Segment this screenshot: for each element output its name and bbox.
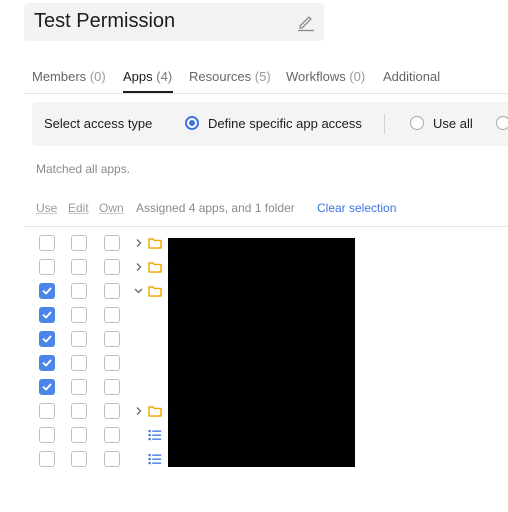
radio-define-specific[interactable] — [185, 116, 199, 130]
clear-selection-link[interactable]: Clear selection — [317, 201, 396, 215]
tab-resources[interactable]: Resources (5) — [189, 69, 271, 84]
column-header-edit: Edit — [68, 201, 89, 215]
tab-workflows[interactable]: Workflows (0) — [286, 69, 365, 84]
folder-icon — [148, 284, 162, 298]
edit-checkbox[interactable] — [71, 451, 87, 467]
own-checkbox[interactable] — [104, 259, 120, 275]
edit-checkbox[interactable] — [71, 379, 87, 395]
edit-checkbox[interactable] — [71, 235, 87, 251]
edit-checkbox[interactable] — [71, 283, 87, 299]
list-divider — [24, 226, 508, 227]
use-checkbox[interactable] — [39, 427, 55, 443]
tab-label: Workflows — [286, 69, 346, 84]
use-checkbox[interactable] — [39, 259, 55, 275]
use-checkbox[interactable] — [39, 235, 55, 251]
edit-checkbox[interactable] — [71, 307, 87, 323]
divider — [384, 114, 385, 134]
folder-icon — [148, 236, 162, 250]
own-checkbox[interactable] — [104, 403, 120, 419]
use-checkbox[interactable] — [39, 403, 55, 419]
title-box: Test Permission — [24, 3, 324, 41]
own-checkbox[interactable] — [104, 379, 120, 395]
tab-label: Apps — [123, 69, 153, 84]
tab-label: Resources — [189, 69, 252, 84]
tab-members[interactable]: Members (0) — [32, 69, 106, 84]
chevron-right-icon[interactable] — [134, 236, 144, 250]
folder-icon — [148, 260, 162, 274]
radio-partial[interactable] — [496, 116, 508, 130]
column-header-own: Own — [99, 201, 124, 215]
radio-use-all[interactable] — [410, 116, 424, 130]
assigned-summary: Assigned 4 apps, and 1 folder — [136, 201, 295, 215]
radio-label-define-specific[interactable]: Define specific app access — [208, 116, 362, 131]
redacted-region — [168, 238, 355, 467]
column-header-use: Use — [36, 201, 58, 215]
own-checkbox[interactable] — [104, 283, 120, 299]
tabs-divider — [24, 93, 508, 94]
chevron-right-icon[interactable] — [134, 260, 144, 274]
tab-count: (0) — [349, 69, 366, 84]
edit-checkbox[interactable] — [71, 331, 87, 347]
use-checkbox[interactable] — [39, 355, 55, 371]
edit-checkbox[interactable] — [71, 259, 87, 275]
edit-checkbox[interactable] — [71, 427, 87, 443]
use-checkbox[interactable] — [39, 331, 55, 347]
own-checkbox[interactable] — [104, 355, 120, 371]
use-checkbox[interactable] — [39, 451, 55, 467]
own-checkbox[interactable] — [104, 235, 120, 251]
access-type-label: Select access type — [44, 116, 153, 131]
tab-apps[interactable]: Apps (4) — [123, 69, 172, 84]
own-checkbox[interactable] — [104, 427, 120, 443]
access-type-bar: Select access type Define specific app a… — [32, 102, 508, 146]
use-checkbox[interactable] — [39, 307, 55, 323]
edit-checkbox[interactable] — [71, 403, 87, 419]
radio-label-use-all[interactable]: Use all — [433, 116, 473, 131]
tab-count: (0) — [89, 69, 106, 84]
tab-count: (4) — [156, 69, 173, 84]
page-title: Test Permission — [34, 10, 176, 32]
chevron-down-icon[interactable] — [134, 284, 144, 298]
own-checkbox[interactable] — [104, 331, 120, 347]
matched-text: Matched all apps. — [36, 162, 131, 176]
folder-icon — [148, 404, 162, 418]
use-checkbox[interactable] — [39, 379, 55, 395]
tab-label: Members — [32, 69, 87, 84]
chevron-right-icon[interactable] — [134, 404, 144, 418]
tab-label: Additional — [383, 69, 441, 84]
pencil-icon[interactable] — [296, 12, 316, 32]
edit-checkbox[interactable] — [71, 355, 87, 371]
own-checkbox[interactable] — [104, 307, 120, 323]
own-checkbox[interactable] — [104, 451, 120, 467]
list-icon — [148, 428, 162, 442]
tab-count: (5) — [254, 69, 271, 84]
tab-additional[interactable]: Additional — [383, 69, 440, 84]
list-icon — [148, 452, 162, 466]
use-checkbox[interactable] — [39, 283, 55, 299]
